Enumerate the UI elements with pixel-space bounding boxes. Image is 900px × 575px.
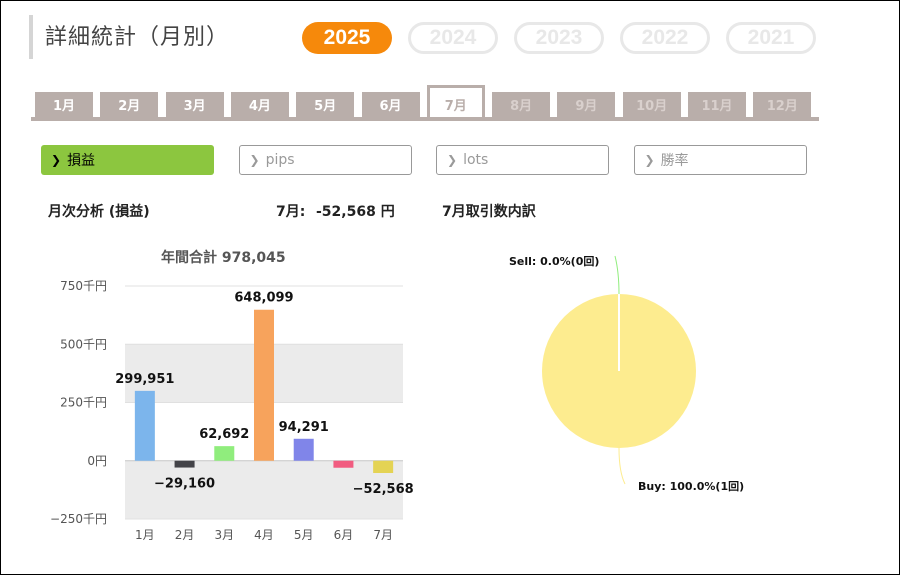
bar-1月	[134, 390, 155, 461]
bar-3月	[214, 446, 235, 461]
current-month-label: 7月:	[276, 204, 306, 220]
year-button-2023[interactable]: 2023	[514, 22, 604, 54]
x-tick-label: 2月	[175, 528, 195, 542]
bar-2月	[174, 460, 195, 468]
title-accent-bar	[29, 15, 33, 59]
tab-month-8[interactable]: 8月	[492, 92, 551, 117]
data-label: 299,951	[115, 372, 174, 387]
bar-6月	[333, 460, 354, 468]
month-tabs-underline	[31, 117, 819, 121]
x-tick-label: 4月	[254, 528, 274, 542]
data-label: 94,291	[279, 420, 329, 435]
pips-button[interactable]: ❯ pips	[238, 145, 412, 175]
x-tick-label: 7月	[373, 528, 393, 542]
profit-button[interactable]: ❯ 損益	[41, 145, 214, 175]
y-tick-label: 500千円	[60, 337, 107, 351]
buy-connector	[618, 447, 626, 485]
y-tick-label: −250千円	[50, 512, 107, 526]
chevron-right-icon: ❯	[249, 153, 260, 167]
metric-label: pips	[265, 152, 295, 168]
pie-label-buy: Buy: 100.0%(1回)	[638, 479, 744, 493]
tab-month-11[interactable]: 11月	[688, 92, 746, 117]
x-tick-label: 3月	[214, 528, 234, 542]
y-tick-label: 750千円	[60, 279, 107, 293]
chevron-right-icon: ❯	[51, 153, 62, 167]
year-button-2022[interactable]: 2022	[620, 22, 710, 54]
y-tick-label: 0円	[87, 454, 107, 468]
tab-month-1[interactable]: 1月	[35, 92, 93, 117]
data-label: 648,099	[234, 291, 293, 306]
x-tick-label: 6月	[334, 528, 354, 542]
data-label: 62,692	[199, 427, 249, 442]
year-button-2024[interactable]: 2024	[408, 22, 498, 54]
breakdown-label: 7月取引数内訳	[442, 204, 536, 220]
metric-label: 勝率	[660, 153, 689, 169]
year-button-2021[interactable]: 2021	[726, 22, 816, 54]
sell-connector	[614, 255, 620, 295]
metric-label: lots	[463, 152, 489, 168]
chevron-right-icon: ❯	[644, 153, 655, 167]
monthly-pnl-bar-chart: 750千円 500千円 250千円 0円 −250千円 299,951 1月 −29,160 2…	[50, 279, 414, 542]
data-label: −29,160	[154, 477, 215, 492]
tab-month-7[interactable]: 7月	[426, 85, 485, 121]
lots-button[interactable]: ❯ lots	[436, 145, 609, 175]
tab-month-9[interactable]: 9月	[557, 92, 616, 117]
chevron-right-icon: ❯	[447, 153, 458, 167]
metric-label: 損益	[67, 153, 96, 169]
stats-panel: 詳細統計（月別） 2025 2024 2023 2022 2021 1月 2月 3月 4月 5月…	[0, 0, 900, 575]
monthly-analysis-label: 月次分析 (損益)	[48, 204, 150, 220]
tab-month-10[interactable]: 10月	[622, 92, 681, 117]
pie-label-sell: Sell: 0.0%(0回)	[509, 254, 599, 268]
tab-month-3[interactable]: 3月	[165, 92, 224, 117]
trade-breakdown-pie-chart: Sell: 0.0%(0回) Buy: 100.0%(1回)	[509, 254, 744, 493]
year-button-2025[interactable]: 2025	[302, 22, 392, 54]
tab-month-2[interactable]: 2月	[100, 92, 159, 117]
bar-5月	[293, 438, 314, 461]
tab-month-12[interactable]: 12月	[753, 92, 812, 117]
win-rate-button[interactable]: ❯ 勝率	[633, 145, 807, 175]
current-month-value: -52,568 円	[316, 204, 395, 220]
tab-month-5[interactable]: 5月	[296, 92, 355, 117]
bar-4月	[254, 309, 274, 461]
page-title: 詳細統計（月別）	[45, 25, 230, 50]
x-tick-label: 5月	[294, 528, 314, 542]
bar-7月	[373, 460, 394, 473]
x-tick-label: 1月	[135, 528, 155, 542]
y-tick-label: 250千円	[60, 396, 107, 410]
tab-month-6[interactable]: 6月	[361, 92, 420, 117]
data-label: −52,568	[353, 482, 414, 497]
tab-month-4[interactable]: 4月	[230, 92, 289, 117]
